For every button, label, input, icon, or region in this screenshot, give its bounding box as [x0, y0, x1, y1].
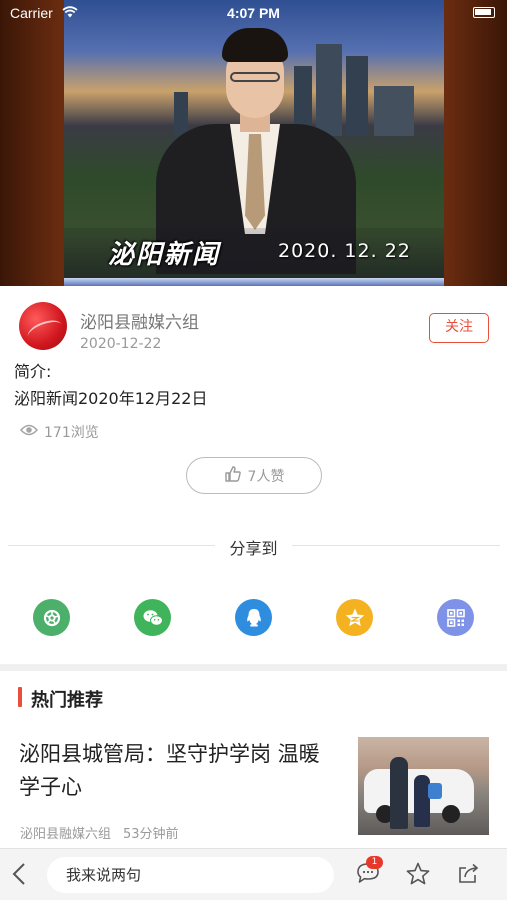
skyline-building: [374, 86, 414, 136]
article-screen: 泌阳新闻 2020. 12. 22 Carrier 4:07 PM 泌阳县融媒六…: [0, 0, 507, 900]
hot-section-title: 热门推荐: [31, 690, 103, 711]
qq-icon[interactable]: [235, 599, 272, 636]
intro-text: 泌阳新闻2020年12月22日: [14, 389, 208, 408]
share-title: 分享到: [0, 535, 507, 559]
favorite-star-icon[interactable]: [405, 861, 431, 890]
video-title-overlay: 泌阳新闻: [108, 240, 221, 270]
video-frame: 泌阳新闻 2020. 12. 22: [64, 0, 444, 286]
like-count: 7人赞: [247, 468, 285, 485]
moments-icon[interactable]: [33, 599, 70, 636]
author-name[interactable]: 泌阳县融媒六组: [80, 308, 199, 333]
post-date: 2020-12-22: [80, 336, 162, 352]
author-avatar[interactable]: [19, 302, 67, 350]
article-meta: 泌阳县融媒六组 53分钟前: [20, 823, 179, 842]
bottom-toolbar: 我来说两句 1: [0, 848, 507, 900]
section-divider: [0, 664, 507, 671]
follow-button[interactable]: 关注: [429, 313, 489, 343]
battery-icon: [473, 7, 495, 18]
qrcode-icon[interactable]: [437, 599, 474, 636]
video-date-overlay: 2020. 12. 22: [278, 240, 411, 262]
article-thumbnail[interactable]: [358, 737, 489, 835]
back-chevron-icon[interactable]: [10, 861, 28, 891]
article-time: 53分钟前: [123, 827, 179, 842]
share-title-text: 分享到: [215, 539, 292, 558]
status-time: 4:07 PM: [227, 5, 280, 21]
news-lower-third-line: [64, 278, 444, 286]
view-count-text: 171浏览: [44, 425, 99, 441]
section-accent-bar: [18, 687, 22, 707]
eye-icon: [19, 424, 44, 440]
share-targets: [0, 599, 507, 637]
comment-count-badge: 1: [366, 856, 383, 869]
wechat-icon[interactable]: [134, 599, 171, 636]
comment-input[interactable]: 我来说两句: [47, 857, 334, 893]
view-count: 171浏览: [19, 422, 99, 442]
article-source: 泌阳县融媒六组: [20, 827, 112, 842]
like-button[interactable]: 7人赞: [186, 457, 322, 494]
status-bar: Carrier 4:07 PM: [0, 0, 507, 28]
intro-label: 简介:: [14, 362, 52, 381]
article-title[interactable]: 泌阳县城管局：坚守护学岗 温暖学子心: [19, 738, 339, 804]
video-player[interactable]: 泌阳新闻 2020. 12. 22: [0, 0, 507, 286]
thumbs-up-icon: [224, 465, 248, 487]
share-out-icon[interactable]: [456, 861, 482, 890]
qzone-star-icon[interactable]: [336, 599, 373, 636]
